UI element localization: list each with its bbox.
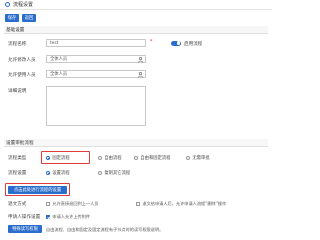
flow-setting-label: 流程设置 xyxy=(8,171,27,176)
checkbox-checked-icon xyxy=(46,214,51,220)
type-radio-free-fixed[interactable]: 自由和固定流程 xyxy=(134,155,170,161)
settings-circle-icon xyxy=(5,2,10,7)
apply-label: 申请人操作设置 xyxy=(8,215,41,220)
radio-icon xyxy=(98,170,103,176)
radio-icon xyxy=(186,155,191,161)
name-input-value: test xyxy=(50,40,59,46)
setup-flow-button[interactable]: 点击此处进行流程的设置 xyxy=(8,185,67,194)
name-input[interactable]: test xyxy=(46,39,146,47)
person-picker-icon[interactable] xyxy=(137,56,144,63)
modifier-input-value: 全体人员 xyxy=(50,57,68,62)
person-picker-icon[interactable] xyxy=(137,71,144,78)
user-label: 允许使用人员 xyxy=(8,73,36,78)
checkbox-icon xyxy=(136,201,141,207)
title-bar: 流程设置 xyxy=(0,0,272,10)
type-radio-fixed[interactable]: 固定流程 xyxy=(46,155,70,161)
type-radio-no-approval[interactable]: 无需审批 xyxy=(186,155,210,161)
checkbox-icon xyxy=(46,201,51,207)
radio-selected-icon xyxy=(46,170,51,176)
modifier-input[interactable]: 全体人员 xyxy=(46,55,146,63)
radio-icon xyxy=(98,155,103,161)
transfer-checkbox-2[interactable]: 退文给申请人后，允许申请人流程”删除”操作 xyxy=(136,201,226,207)
flow-section-header: 设置审批流程 xyxy=(4,139,268,147)
enable-flow-toggle[interactable] xyxy=(171,40,181,46)
special-permission-button[interactable]: 特殊读写权限 xyxy=(8,225,42,233)
save-button[interactable]: 保存 xyxy=(5,14,19,22)
radio-icon xyxy=(134,155,139,161)
required-mark: * xyxy=(150,39,153,45)
special-permission-desc: 自由流程、自由和固定及固定流程有子节点时的读写权限说明。 xyxy=(46,227,164,232)
modifier-label: 允许修改人员 xyxy=(8,58,36,63)
basic-section-header: 基础设置 xyxy=(4,26,268,34)
flow-type-label: 流程类型 xyxy=(8,156,27,161)
desc-label: 详细说明 xyxy=(8,89,27,94)
transfer-label: 退文方式 xyxy=(8,202,27,207)
enable-flow-label: 启用流程 xyxy=(184,42,203,47)
basic-section-title: 基础设置 xyxy=(6,27,25,33)
window-title: 流程设置 xyxy=(13,2,34,8)
type-radio-free[interactable]: 自由流程 xyxy=(98,155,122,161)
back-button[interactable]: 返回 xyxy=(22,14,36,22)
transfer-checkbox-1[interactable]: 允许直接退回到上一人员 xyxy=(46,201,98,207)
desc-textarea[interactable] xyxy=(46,86,146,126)
name-label: 流程名称 xyxy=(8,42,27,47)
apply-checkbox[interactable]: 申请人允许上传附件 xyxy=(46,214,90,220)
flow-section-title: 设置审批流程 xyxy=(6,140,34,146)
user-input-value: 全体人员 xyxy=(50,72,68,77)
setting-radio-set[interactable]: 设置流程 xyxy=(46,170,70,176)
setting-radio-copy[interactable]: 复制其它流程 xyxy=(98,170,130,176)
radio-selected-icon xyxy=(46,155,51,161)
user-input[interactable]: 全体人员 xyxy=(46,70,146,78)
